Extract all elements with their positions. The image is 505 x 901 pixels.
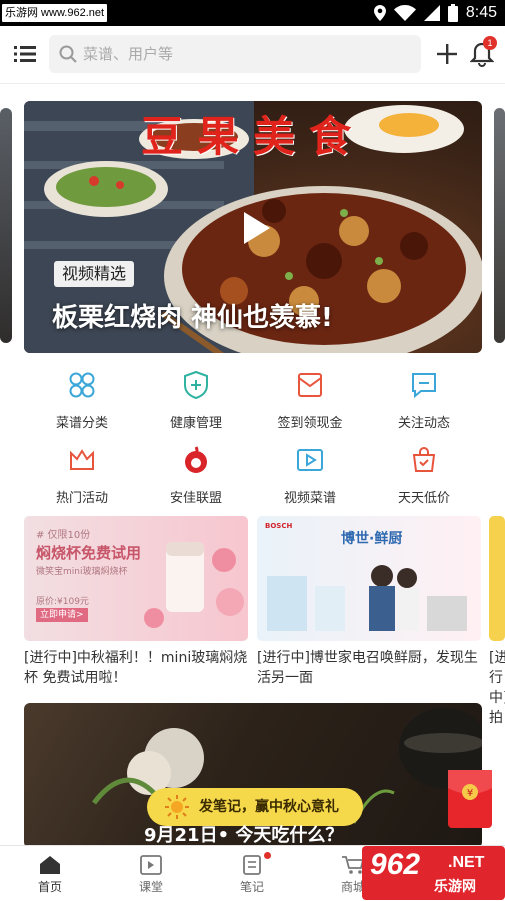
menu-list-icon[interactable]: [14, 44, 36, 64]
promo-title: 焖烧杯免费试用: [36, 544, 142, 562]
location-icon: [373, 5, 386, 21]
category-icon: [69, 372, 95, 398]
red-packet-icon[interactable]: ¥: [448, 770, 492, 828]
grid-label: 签到领现金: [277, 416, 343, 431]
sun-icon: [165, 795, 189, 819]
health-shield-icon: [184, 370, 208, 400]
tab-notes[interactable]: 笔记: [202, 846, 302, 901]
promo-price: 原价:¥109元: [36, 597, 89, 607]
promo-card-image-peek[interactable]: [489, 516, 505, 641]
home-icon: [40, 856, 60, 874]
status-bar: 乐游网 www.962.net 8:45: [0, 0, 505, 26]
apply-button[interactable]: 立即申请>: [36, 608, 88, 622]
clock: 8:45: [465, 4, 497, 21]
tab-label: 首页: [37, 880, 62, 894]
grid-label: 安佳联盟: [169, 491, 222, 506]
promo-card-title-peek[interactable]: [进行中] 拍: [489, 648, 505, 728]
tab-label: 课堂: [138, 880, 163, 894]
brand-logo: BOSCH: [265, 522, 293, 530]
site-watermark-tag: 乐游网 www.962.net: [2, 4, 108, 22]
brand-title: 豆果美食: [140, 112, 365, 161]
tab-classroom[interactable]: 课堂: [101, 846, 201, 901]
grid-item-video-recipes[interactable]: 视频菜谱: [255, 445, 365, 506]
notes-unread-dot: [264, 852, 271, 859]
svg-text:¥: ¥: [467, 788, 473, 799]
wifi-icon: [393, 5, 416, 21]
promo-card-image[interactable]: # 仅限10份 焖烧杯免费试用 微笑宝mini玻璃焖烧杯 原价:¥109元 立即…: [24, 516, 248, 641]
note-banner[interactable]: 发笔记，赢中秋心意礼 9月21日• 今天吃什么？: [24, 703, 482, 848]
watermark-domain: .NET: [448, 854, 485, 871]
checkin-envelope-icon: [298, 373, 322, 397]
hero-tag: 视频精选: [54, 261, 135, 287]
hero-banner[interactable]: 豆果美食 视频精选 板栗红烧肉 神仙也羡慕!: [24, 101, 482, 353]
hero-caption: 板栗红烧肉 神仙也羡慕!: [52, 303, 333, 333]
tab-home[interactable]: 首页: [0, 846, 100, 901]
notification-badge: 1: [483, 36, 497, 50]
red-packet-graphic: ¥: [448, 770, 492, 800]
promo-small-text: # 仅限10份: [36, 530, 91, 541]
carousel-next-slide-peek[interactable]: [494, 108, 505, 343]
grid-label: 热门活动: [55, 491, 108, 506]
watermark-site-name: 乐游网: [434, 879, 476, 895]
add-plus-icon[interactable]: [436, 43, 458, 65]
video-play-icon[interactable]: [232, 206, 276, 250]
battery-icon: [447, 4, 458, 22]
search-icon: [59, 45, 77, 63]
grid-item-anchor-alliance[interactable]: 安佳联盟: [141, 445, 251, 506]
classroom-play-icon: [140, 855, 162, 875]
note-caption: 9月21日• 今天吃什么？: [144, 825, 344, 846]
search-placeholder: 菜谱、用户等: [83, 45, 174, 63]
signal-icon: [423, 5, 440, 21]
app-header: 菜谱、用户等 1: [0, 26, 505, 84]
promo-card-image[interactable]: BOSCH 博世·鲜厨: [257, 516, 481, 641]
grid-label: 菜谱分类: [55, 416, 108, 431]
watermark-number: 962: [370, 848, 421, 881]
grid-item-recipe-category[interactable]: 菜谱分类: [27, 370, 137, 431]
watermark-logo: 962 .NET 乐游网: [362, 846, 505, 900]
grid-item-checkin[interactable]: 签到领现金: [255, 370, 365, 431]
promo-title: 博世·鲜厨: [341, 531, 403, 547]
video-icon: [297, 449, 323, 471]
promo-subtitle: 微笑宝mini玻璃焖烧杯: [36, 567, 128, 577]
shopping-bag-icon: [412, 447, 436, 472]
grid-item-daily-deals[interactable]: 天天低价: [369, 445, 479, 506]
promo-card-title[interactable]: [进行中]中秋福利！！mini玻璃焖烧杯 免费试用啦！: [24, 648, 248, 688]
grid-label: 视频菜谱: [283, 491, 336, 506]
grid-label: 天天低价: [397, 491, 450, 506]
grid-item-hot-events[interactable]: 热门活动: [27, 445, 137, 506]
message-icon: [412, 373, 436, 399]
appliance-illustration: [267, 565, 467, 631]
grid-item-follow-feed[interactable]: 关注动态: [369, 370, 479, 431]
grid-label: 健康管理: [169, 416, 222, 431]
promo-card-title[interactable]: [进行中]博世家电召唤鲜厨，发现生活另一面: [257, 648, 481, 688]
grid-label: 关注动态: [397, 416, 450, 431]
notes-icon: [243, 855, 261, 875]
search-input[interactable]: 菜谱、用户等: [49, 35, 421, 73]
grid-item-health[interactable]: 健康管理: [141, 370, 251, 431]
carousel-prev-slide-peek[interactable]: [0, 108, 12, 343]
tab-label: 笔记: [239, 880, 264, 894]
anchor-brand-icon: [185, 446, 207, 473]
crown-icon: [70, 449, 94, 470]
thermos-illustration: [144, 542, 244, 628]
